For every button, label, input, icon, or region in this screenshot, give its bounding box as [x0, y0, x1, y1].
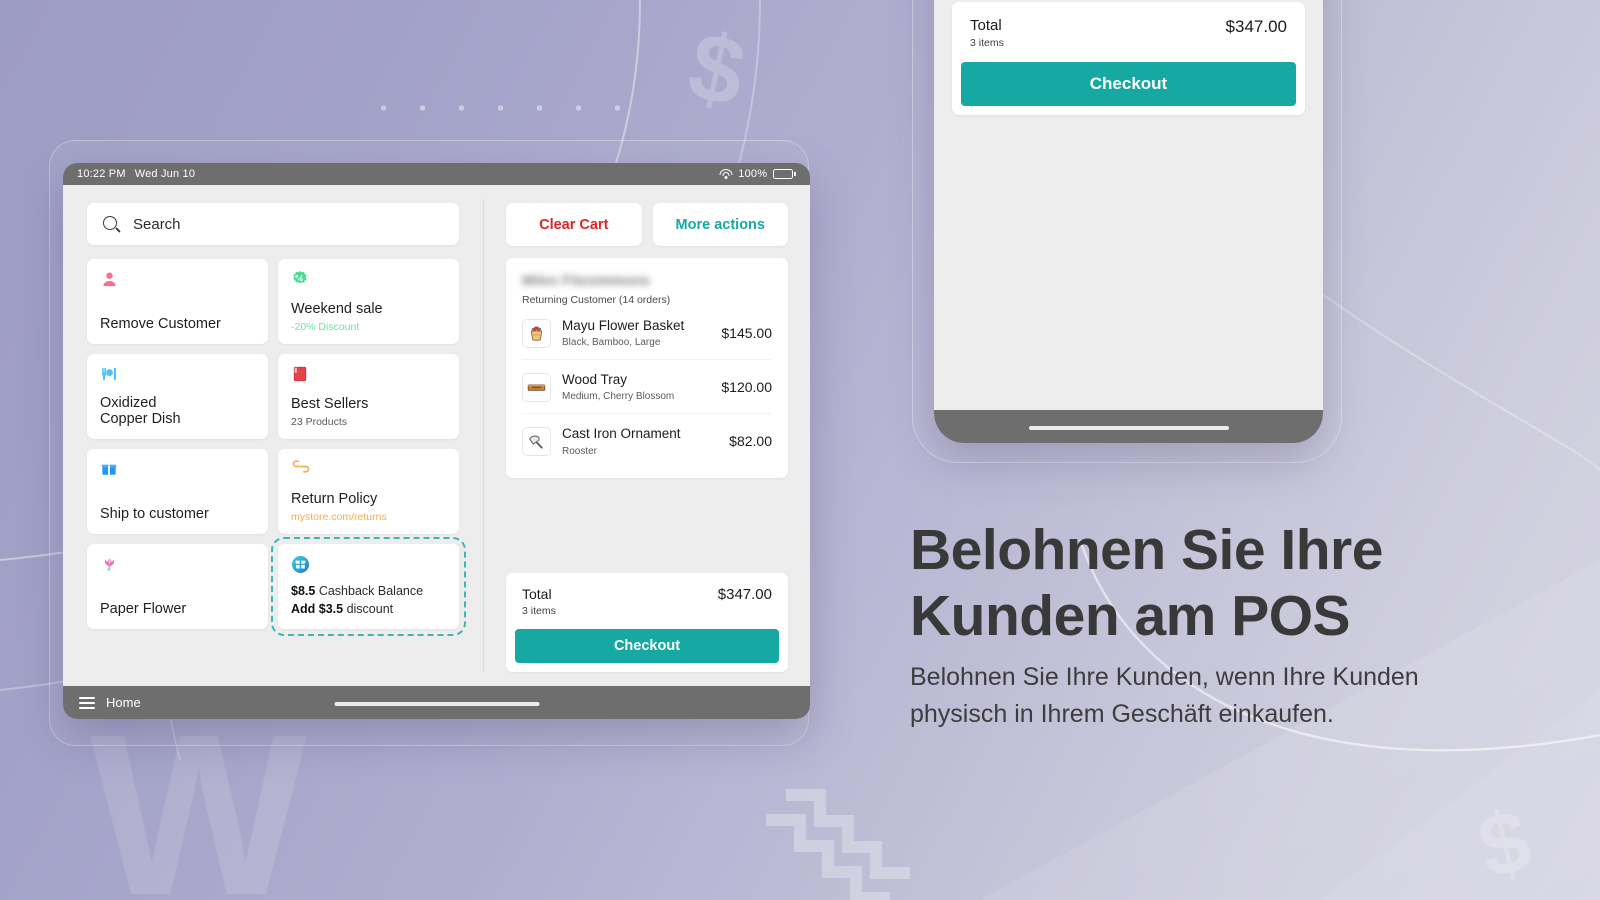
person-icon: [100, 270, 119, 289]
search-input[interactable]: Search: [87, 203, 459, 245]
discount-badge-icon: [291, 270, 310, 289]
body-copy: Belohnen Sie Ihre Kunden, wenn Ihre Kund…: [910, 663, 1419, 729]
status-date: Wed Jun 10: [134, 168, 196, 180]
more-actions-button[interactable]: More actions: [652, 203, 788, 246]
battery-percent: 100%: [738, 168, 768, 180]
cashback-balance-line: $8.5 Cashback Balance: [291, 583, 446, 601]
tile-return-policy[interactable]: Return Policy mystore.com/returns: [278, 449, 459, 534]
tile-title: Weekend sale: [291, 301, 383, 318]
cart-item-price: $120.00: [721, 379, 772, 396]
tile-title: Paper Flower: [100, 601, 187, 618]
checkout-button[interactable]: Checkout: [961, 62, 1296, 106]
cashback-discount-line: Add $3.5 discount: [291, 601, 446, 619]
cart-item-price: $82.00: [729, 433, 772, 450]
cart-item-name: Cast Iron Ornament: [562, 426, 681, 442]
flower-basket-thumb: [522, 318, 551, 348]
total-item-count: 3 items: [522, 605, 556, 617]
tile-title: Remove Customer: [100, 316, 221, 333]
status-time: 10:22 PM: [77, 168, 126, 180]
tile-subtitle: -20% Discount: [291, 321, 360, 333]
tile-remove-customer[interactable]: Remove Customer: [87, 259, 268, 344]
clear-cart-button[interactable]: Clear Cart: [506, 203, 642, 246]
phone-app-body: Ship to customer Return Policy mystore.c…: [934, 0, 1323, 410]
tile-oxidized-copper-dish[interactable]: Oxidized Copper Dish: [87, 354, 268, 439]
tile-cashback-balance[interactable]: $8.5 Cashback Balance Add $3.5 discount: [271, 537, 466, 636]
tile-best-sellers[interactable]: Best Sellers 23 Products: [278, 354, 459, 439]
cart-line-item[interactable]: Mayu Flower Basket Black, Bamboo, Large …: [522, 306, 772, 359]
tile-weekend-sale[interactable]: Weekend sale -20% Discount: [278, 259, 459, 344]
cashback-discount-label: discount: [343, 601, 394, 616]
total-amount: $347.00: [717, 586, 772, 603]
tile-ship-to-customer[interactable]: Ship to customer: [87, 449, 268, 534]
home-indicator: [334, 702, 539, 706]
checkout-button[interactable]: Checkout: [515, 629, 779, 663]
phone-device: Ship to customer Return Policy mystore.c…: [934, 0, 1323, 443]
cashback-discount-amount: Add $3.5: [291, 601, 344, 616]
tablet-device: 10:22 PM Wed Jun 10 100% Search Remove C…: [63, 163, 810, 719]
cart-line-item[interactable]: Wood Tray Medium, Cherry Blossom $120.00: [522, 359, 772, 413]
cart-item-variant: Rooster: [562, 445, 598, 457]
cart-item-variant: Black, Bamboo, Large: [562, 337, 661, 349]
tile-paper-flower[interactable]: Paper Flower: [87, 544, 268, 629]
tile-title: Ship to customer: [100, 506, 209, 523]
headline: Belohnen Sie Ihre Kunden am POS: [910, 518, 1383, 648]
tile-title: Best Sellers: [291, 396, 369, 413]
marketing-copy: Belohnen Sie Ihre Kunden am POS Belohnen…: [910, 518, 1500, 733]
cutlery-icon: [100, 365, 119, 384]
customer-name: Miles Fitzsimmons: [522, 272, 650, 288]
tile-grid: Remove Customer Weekend sale -20% Discou…: [87, 259, 466, 636]
dollar-sign-decoration: $: [679, 11, 755, 128]
tulip-icon: [100, 555, 119, 574]
customer-meta: Returning Customer (14 orders): [522, 294, 671, 306]
phone-total-card: Total 3 items $347.00 Checkout: [952, 2, 1305, 115]
tile-title: Oxidized Copper Dish: [100, 394, 181, 428]
home-label: Home: [106, 695, 141, 710]
hamburger-menu-icon[interactable]: [79, 696, 95, 709]
gift-box-icon: [100, 460, 119, 479]
total-amount: $347.00: [1225, 17, 1287, 36]
cart-total-card: Total 3 items $347.00 Checkout: [506, 573, 788, 672]
total-label: Total: [970, 17, 1002, 34]
battery-icon: [773, 169, 796, 179]
search-icon: [103, 215, 120, 233]
search-placeholder: Search: [133, 215, 181, 233]
dot-grid-decoration: [360, 85, 630, 140]
cart-item-variant: Medium, Cherry Blossom: [562, 391, 675, 403]
tablet-app-body: Search Remove Customer Weekend sale -20%…: [63, 185, 810, 686]
wood-tray-thumb: [522, 372, 551, 402]
cart-pane: Clear Cart More actions Miles Fitzsimmon…: [484, 185, 810, 686]
pos-tiles-pane: Search Remove Customer Weekend sale -20%…: [63, 185, 483, 686]
cart-line-item[interactable]: Cast Iron Ornament Rooster $82.00: [522, 413, 772, 467]
cart-card: Miles Fitzsimmons Returning Customer (14…: [506, 258, 788, 478]
phone-home-bar: [934, 410, 1323, 443]
cast-iron-ornament-thumb: [522, 426, 551, 456]
total-label: Total: [522, 586, 552, 602]
total-item-count: 3 items: [970, 37, 1004, 49]
cart-item-name: Mayu Flower Basket: [562, 318, 685, 333]
tile-subtitle: mystore.com/returns: [291, 511, 387, 523]
tile-subtitle: 23 Products: [291, 416, 348, 428]
tablet-status-bar: 10:22 PM Wed Jun 10 100%: [63, 163, 810, 185]
phone-total-row: Total 3 items $347.00: [952, 2, 1305, 62]
home-indicator: [1028, 426, 1229, 430]
dollar-sign-decoration: $: [1468, 789, 1541, 898]
tile-title: Return Policy: [291, 491, 378, 508]
cart-total-row: Total 3 items $347.00: [506, 573, 788, 629]
cart-action-buttons: Clear Cart More actions: [506, 203, 788, 246]
book-icon: [291, 365, 310, 384]
cart-item-name: Wood Tray: [562, 372, 628, 388]
cashback-amount: $8.5: [291, 584, 316, 598]
cart-spacer: [506, 478, 788, 573]
link-icon: [291, 460, 310, 479]
cashback-gift-icon: [291, 555, 310, 574]
wifi-icon: [719, 169, 733, 179]
tablet-home-bar: Home: [63, 686, 810, 719]
cart-item-price: $145.00: [721, 325, 772, 342]
cashback-label: Cashback Balance: [315, 584, 424, 598]
